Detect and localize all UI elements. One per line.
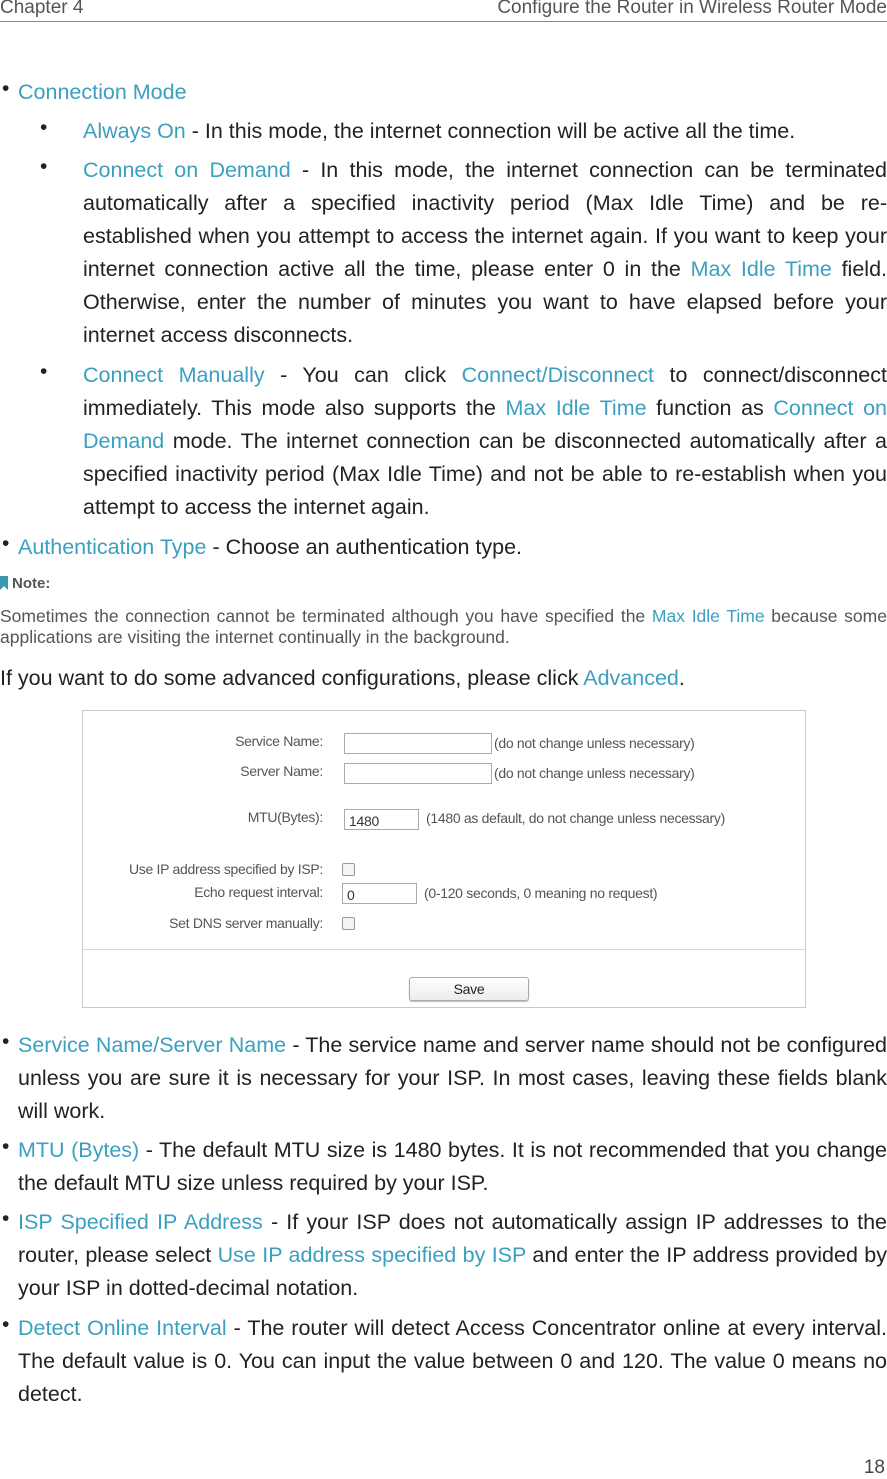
echo-interval-label: Echo request interval: <box>194 884 323 900</box>
page-header: Chapter 4 Configure the Router in Wirele… <box>0 0 887 22</box>
highlighted-term: Connect/Disconnect <box>461 363 655 387</box>
bullet-icon: • <box>40 116 48 139</box>
highlighted-term: Service Name/Server Name <box>18 1033 287 1057</box>
bullet-item: ISP Specified IP Address - If your ISP d… <box>18 1206 887 1305</box>
bullet-icon: • <box>2 1030 10 1053</box>
service-name-input[interactable] <box>344 733 492 754</box>
bullet-icon: • <box>2 532 10 555</box>
service-name-hint: (do not change unless necessary) <box>494 735 695 751</box>
bullet-icon: • <box>2 77 10 100</box>
text-segment: - Choose an authentication type. <box>206 535 523 559</box>
mtu-hint: (1480 as default, do not change unless n… <box>426 810 725 826</box>
bullet-item: MTU (Bytes) - The default MTU size is 14… <box>18 1134 887 1200</box>
dns-manual-label: Set DNS server manually: <box>169 915 323 931</box>
echo-interval-input[interactable]: 0 <box>342 883 417 904</box>
bullet-icon: • <box>2 1135 10 1158</box>
bullet-item: Authentication Type - Choose an authenti… <box>18 531 887 564</box>
header-title: Configure the Router in Wireless Router … <box>497 0 887 18</box>
divider <box>83 949 805 950</box>
text-segment: - The default MTU size is 1480 bytes. It… <box>18 1138 887 1195</box>
server-name-input[interactable] <box>344 763 492 784</box>
highlighted-term: Always On <box>83 119 186 143</box>
bullet-item: Connect on Demand - In this mode, the in… <box>83 154 887 352</box>
server-name-hint: (do not change unless necessary) <box>494 765 695 781</box>
text-segment: - You can click <box>264 363 462 387</box>
highlighted-term: Max Idle Time <box>505 396 647 420</box>
highlighted-term: Connection Mode <box>18 80 187 104</box>
bullet-item: Connect Manually - You can click Connect… <box>83 359 887 524</box>
text-segment: mode. The internet connection can be dis… <box>83 429 887 519</box>
echo-interval-hint: (0-120 seconds, 0 meaning no request) <box>424 885 658 901</box>
bullet-icon: • <box>40 360 48 383</box>
bullet-item: Service Name/Server Name - The service n… <box>18 1029 887 1128</box>
note-title: Note: <box>12 575 51 592</box>
dns-manual-checkbox[interactable] <box>342 917 355 930</box>
bullet-icon: • <box>2 1207 10 1230</box>
advanced-settings-screenshot: Service Name: (do not change unless nece… <box>82 710 806 1008</box>
highlighted-term: Advanced <box>583 666 679 690</box>
mtu-label: MTU(Bytes): <box>247 809 324 825</box>
text-segment: Sometimes the connection cannot be termi… <box>0 606 652 626</box>
page-number: 18 <box>863 1457 885 1478</box>
service-name-label: Service Name: <box>235 733 323 749</box>
highlighted-term: Connect Manually <box>83 363 265 387</box>
mtu-input[interactable]: 1480 <box>344 809 419 830</box>
save-button[interactable]: Save <box>409 977 529 1001</box>
highlighted-term: Max Idle Time <box>690 257 832 281</box>
bullet-item: Connection Mode <box>18 76 887 109</box>
text-segment: - In this mode, the internet connection … <box>185 119 796 143</box>
highlighted-term: Authentication Type <box>18 535 207 559</box>
highlighted-term: MTU (Bytes) <box>18 1138 140 1162</box>
note-text: Sometimes the connection cannot be termi… <box>0 606 887 648</box>
paragraph: If you want to do some advanced configur… <box>0 662 887 695</box>
text-segment: . <box>678 666 685 690</box>
text-segment: If you want to do some advanced configur… <box>0 666 584 690</box>
bullet-item: Always On - In this mode, the internet c… <box>83 115 887 148</box>
highlighted-term: Detect Online Interval <box>18 1316 227 1340</box>
bookmark-icon <box>0 576 8 590</box>
note-heading: Note: <box>0 575 50 592</box>
bullet-icon: • <box>2 1313 10 1336</box>
highlighted-term: Connect on Demand <box>83 158 291 182</box>
text-segment: function as <box>646 396 774 420</box>
highlighted-term: Use IP address specified by ISP <box>217 1243 526 1267</box>
use-ip-checkbox[interactable] <box>342 863 355 876</box>
bullet-item: Detect Online Interval - The router will… <box>18 1312 887 1411</box>
highlighted-term: ISP Specified IP Address <box>18 1210 263 1234</box>
bullet-icon: • <box>40 155 48 178</box>
server-name-label: Server Name: <box>240 763 323 779</box>
use-ip-label: Use IP address specified by ISP: <box>128 861 323 877</box>
highlighted-term: Max Idle Time <box>651 606 765 626</box>
chapter-label: Chapter 4 <box>0 0 84 18</box>
